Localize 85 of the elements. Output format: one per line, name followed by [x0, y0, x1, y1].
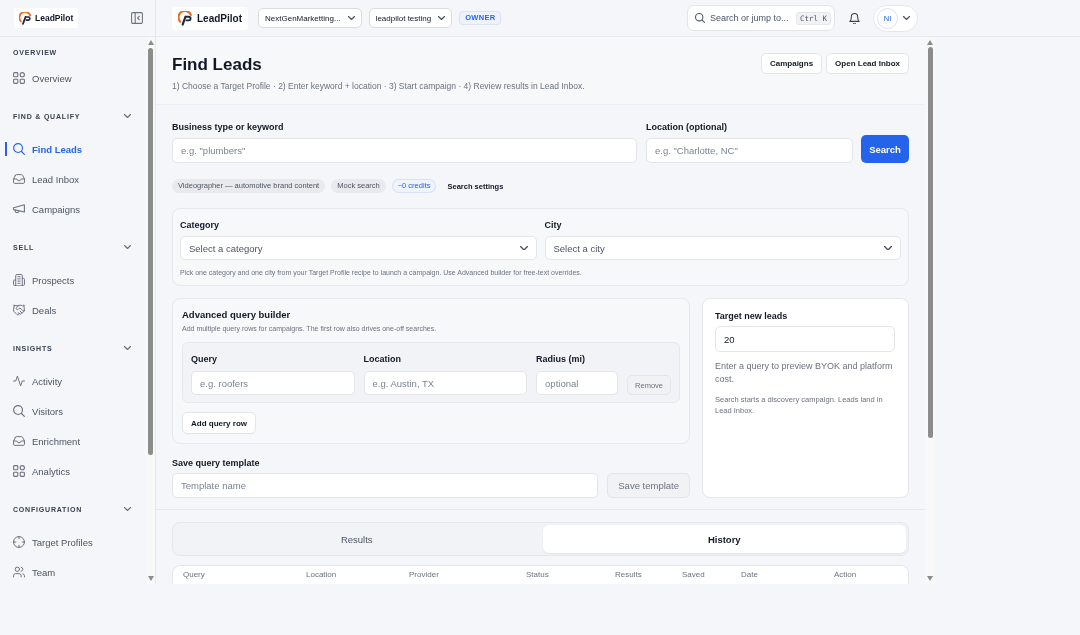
field-label: Location (optional) — [646, 121, 728, 133]
scrollbar-thumb[interactable] — [927, 47, 933, 438]
tab[interactable]: History — [542, 525, 906, 553]
sidebar-item[interactable]: Overview — [0, 63, 146, 93]
pulse-icon — [13, 375, 25, 387]
cost-estimate-text: Enter a query to preview BYOK and platform cost. — [715, 360, 894, 386]
inbox-icon — [13, 173, 25, 185]
megaphone-icon — [13, 203, 25, 215]
users-icon — [13, 566, 25, 578]
chevron-down-icon[interactable] — [124, 114, 131, 118]
arrow-down-icon[interactable] — [147, 576, 154, 581]
sidebar-item[interactable]: Enrichment — [0, 426, 146, 456]
field-label: Query — [191, 353, 218, 365]
chevron-down-icon[interactable] — [124, 346, 131, 350]
field-label: Target new leads — [715, 310, 789, 322]
column-header: Action — [834, 570, 858, 580]
tab[interactable]: Results — [175, 525, 539, 553]
column-header: Location — [306, 570, 338, 580]
handshake-icon — [13, 304, 25, 316]
grid-icon — [13, 465, 25, 477]
search-icon — [13, 143, 25, 155]
building-icon — [13, 274, 25, 286]
column-header: Results — [615, 570, 643, 580]
column-header: Saved — [682, 570, 706, 580]
sidebar-item[interactable]: Team — [0, 557, 146, 584]
search-button[interactable]: Search — [861, 135, 909, 163]
arrow-up-icon[interactable] — [147, 40, 154, 45]
inbox-icon — [13, 435, 25, 447]
brand-name: LeadPilot — [197, 12, 242, 24]
sidebar-item[interactable]: Deals — [0, 295, 146, 325]
city-select[interactable]: Select a city — [544, 236, 901, 260]
logo-icon — [178, 10, 193, 26]
scrollbar-thumb[interactable] — [148, 48, 153, 455]
sidebar-item[interactable]: Visitors — [0, 396, 146, 426]
field-label: Radius (mi) — [536, 353, 587, 365]
template-name-input[interactable]: Template name — [172, 473, 599, 498]
sidebar-item[interactable]: Lead Inbox — [0, 164, 146, 194]
sidebar-item[interactable]: Campaigns — [0, 194, 146, 224]
add-query-row-button[interactable]: Add query row — [182, 412, 256, 434]
arrow-up-icon[interactable] — [927, 40, 933, 45]
field-label: City — [544, 219, 563, 231]
chevron-down-icon[interactable] — [124, 245, 131, 249]
chevron-down-icon — [903, 16, 910, 20]
workspace-dropdown[interactable]: NextGenMarketting... — [258, 8, 362, 28]
chevron-down-icon — [438, 16, 446, 20]
column-header: Status — [526, 570, 550, 580]
chevron-down-icon[interactable] — [124, 507, 131, 511]
sidebar-item[interactable]: Target Profiles — [0, 527, 146, 557]
sidebar-item[interactable]: Analytics — [0, 456, 146, 486]
keyword-input[interactable]: e.g. "plumbers" — [172, 138, 637, 163]
grid-icon — [13, 72, 25, 84]
open-inbox-button[interactable]: Open Lead Inbox — [826, 53, 909, 74]
brand-name: LeadPilot — [35, 13, 74, 23]
card-title: Advanced query builder — [182, 309, 292, 321]
chevron-down-icon — [519, 245, 528, 251]
query-input[interactable]: e.g. roofers — [191, 371, 355, 395]
column-header: Query — [183, 570, 206, 580]
radius-input[interactable]: optional — [536, 371, 619, 395]
brand-logo[interactable]: LeadPilot — [14, 8, 79, 28]
crosshair-icon — [13, 536, 25, 548]
search-icon — [13, 405, 25, 417]
category-select[interactable]: Select a category — [180, 236, 537, 260]
location-input[interactable]: e.g. "Charlotte, NC" — [646, 138, 853, 163]
brand-logo[interactable]: LeadPilot — [172, 6, 248, 30]
campaigns-button[interactable]: Campaigns — [760, 53, 823, 74]
location-input[interactable]: e.g. Austin, TX — [363, 371, 528, 395]
project-dropdown[interactable]: leadpilot testing — [368, 8, 453, 28]
logo-icon — [19, 11, 32, 25]
bell-icon[interactable] — [849, 12, 860, 24]
arrow-down-icon[interactable] — [927, 576, 933, 581]
field-label: Location — [363, 353, 403, 365]
target-leads-input[interactable]: 20 — [715, 326, 895, 352]
panel-icon[interactable] — [131, 12, 143, 24]
chevron-down-icon — [347, 16, 355, 20]
field-label: Business type or keyword — [172, 121, 285, 133]
search-icon — [694, 13, 705, 23]
page-title: Find Leads — [172, 54, 263, 76]
sidebar-item[interactable]: Activity — [0, 366, 146, 396]
column-header: Provider — [409, 570, 440, 580]
page-subtitle: 1) Choose a Target Profile · 2) Enter keyword + location · 3) Start campaign · 4) Review results in Lead Inbox. — [172, 80, 585, 92]
chevron-down-icon — [884, 245, 892, 251]
sidebar-item[interactable]: Prospects — [0, 265, 146, 295]
column-header: Date — [741, 570, 759, 580]
field-label: Category — [180, 219, 220, 231]
field-label: Save query template — [172, 457, 261, 469]
